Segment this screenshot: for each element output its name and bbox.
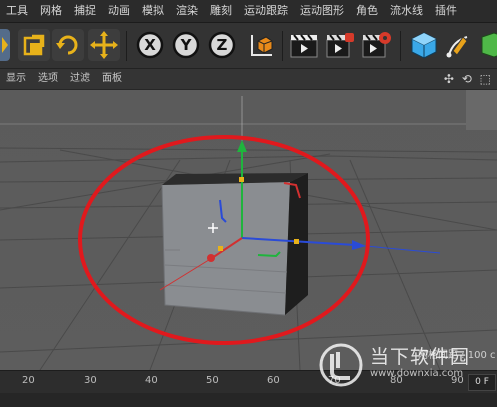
toolbar-separator	[126, 31, 127, 61]
main-toolbar: X Y Z	[0, 23, 497, 69]
menu-plugins[interactable]: 插件	[429, 0, 463, 22]
menu-mesh[interactable]: 网格	[34, 0, 68, 22]
transport-bar	[0, 393, 497, 407]
menu-sculpt[interactable]: 雕刻	[204, 0, 238, 22]
toolbar-separator	[282, 31, 283, 61]
move-arrow-icon	[2, 37, 8, 53]
rotate-tool-button[interactable]	[52, 29, 84, 61]
scale-tool-button[interactable]	[18, 29, 50, 61]
scale-icon	[23, 34, 45, 56]
subdivision-button[interactable]	[478, 29, 497, 61]
watermark-url: www.downxia.com	[370, 368, 464, 379]
add-cube-button[interactable]	[408, 29, 440, 61]
menu-mograph[interactable]: 运动图形	[294, 0, 350, 22]
timeline-tick: 50	[206, 375, 219, 386]
subdivision-icon	[481, 32, 497, 58]
timeline-tick: 20	[22, 375, 35, 386]
viewport-menu-display[interactable]: 显示	[0, 69, 32, 89]
viewport-navigation-icons[interactable]: ✣ ⟲ ⬚	[444, 69, 493, 89]
toolbar-separator	[400, 31, 401, 61]
cube-icon	[411, 32, 437, 59]
menu-pipeline[interactable]: 流水线	[384, 0, 429, 22]
menu-bar: 工具 网格 捕捉 动画 模拟 渲染 雕刻 运动跟踪 运动图形 角色 流水线 插件	[0, 0, 497, 23]
viewport-scene	[0, 90, 497, 370]
lock-x-axis-button[interactable]: X	[134, 29, 166, 61]
render-view-button[interactable]	[288, 29, 320, 61]
viewport-corner-panel	[466, 90, 497, 130]
pen-tool-button[interactable]	[443, 29, 475, 61]
move-tool-button[interactable]	[0, 29, 10, 61]
viewport-menu-panel[interactable]: 面板	[96, 69, 128, 89]
menu-render[interactable]: 渲染	[170, 0, 204, 22]
render-to-picture-viewer-button[interactable]	[324, 29, 356, 61]
clapperboard-render-icon	[326, 33, 354, 58]
lock-z-axis-button[interactable]: Z	[206, 29, 238, 61]
z-axis-label: Z	[216, 36, 228, 54]
viewport-menu-options[interactable]: 选项	[32, 69, 64, 89]
coordinate-system-button[interactable]	[244, 29, 276, 61]
watermark-logo-icon	[319, 343, 363, 387]
coordinate-system-icon	[251, 35, 273, 56]
viewport-menu-bar: 显示 选项 过滤 面板 ✣ ⟲ ⬚	[0, 69, 497, 90]
menu-tools[interactable]: 工具	[0, 0, 34, 22]
x-axis-label: X	[144, 36, 156, 54]
timeline-tick: 60	[267, 375, 280, 386]
menu-snap[interactable]: 捕捉	[68, 0, 102, 22]
render-settings-icon	[362, 32, 391, 58]
render-settings-button[interactable]	[360, 29, 392, 61]
lock-y-axis-button[interactable]: Y	[170, 29, 202, 61]
menu-character[interactable]: 角色	[350, 0, 384, 22]
move-cross-icon	[90, 31, 118, 59]
menu-animate[interactable]: 动画	[102, 0, 136, 22]
y-axis-label: Y	[180, 36, 192, 54]
menu-simulate[interactable]: 模拟	[136, 0, 170, 22]
timeline-tick: 30	[84, 375, 97, 386]
transform-tool-button[interactable]	[88, 29, 120, 61]
watermark-name: 当下软件园	[370, 346, 471, 368]
viewport-menu-filter[interactable]: 过滤	[64, 69, 96, 89]
menu-motion-tracker[interactable]: 运动跟踪	[238, 0, 294, 22]
clapperboard-icon	[290, 34, 318, 58]
perspective-viewport[interactable]: 网格间距 : 100 c	[0, 90, 497, 370]
horizon-line	[0, 123, 497, 125]
rotate-icon	[56, 35, 78, 55]
pen-icon	[446, 36, 468, 58]
cube-object	[161, 173, 308, 316]
timeline-tick: 40	[145, 375, 158, 386]
watermark: 当下软件园 www.downxia.com	[312, 340, 497, 390]
